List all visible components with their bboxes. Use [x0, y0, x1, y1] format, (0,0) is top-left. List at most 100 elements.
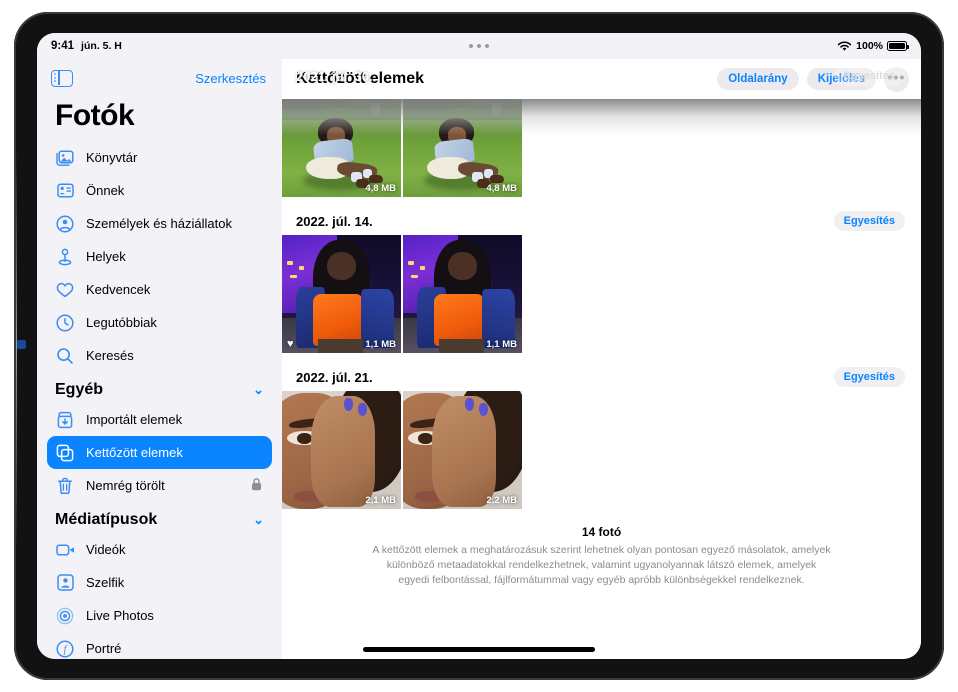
page-title: Fotók — [55, 99, 135, 132]
chevron-down-icon[interactable]: ⌄ — [253, 382, 264, 398]
photo-image — [403, 235, 522, 353]
multitask-dot — [477, 44, 481, 48]
clock-icon — [55, 313, 75, 333]
sidebar-header: Szerkesztés — [37, 59, 282, 97]
sidebar-item-label: Portré — [86, 641, 122, 656]
trash-icon — [55, 476, 75, 496]
aspect-ratio-button[interactable]: Oldalarány — [717, 68, 799, 90]
merge-button[interactable]: Egyesítés — [833, 211, 905, 231]
sidebar-item-search[interactable]: Keresés — [47, 339, 272, 372]
sidebar-item-label: Legutóbbiak — [86, 315, 157, 330]
photo-size-label: 1,1 MB — [365, 339, 396, 350]
section-title: Egyéb — [55, 381, 104, 398]
sidebar-item-label: Könyvtár — [86, 150, 138, 165]
sidebar-item-portrait[interactable]: f Portré — [47, 632, 272, 659]
heart-icon — [55, 280, 75, 300]
live-photos-icon — [55, 606, 75, 626]
sidebar-item-label: Önnek — [86, 183, 125, 198]
sidebar-section-other[interactable]: Egyéb ⌄ — [37, 372, 282, 403]
sidebar-item-recently-deleted[interactable]: Nemrég törölt — [47, 469, 272, 502]
sidebar-item-label: Live Photos — [86, 608, 154, 623]
section-title: Médiatípusok — [55, 511, 158, 528]
sidebar-media-list: Videók Szelfik Live Photos f Portré — [37, 533, 282, 659]
status-bar-left: 9:41 jún. 5. H — [51, 40, 122, 52]
sidebar: Szerkesztés Fotók Könyvtár Önnek Személy… — [37, 59, 282, 659]
sidebar-item-imported[interactable]: Importált elemek — [47, 403, 272, 436]
photo-thumbnail[interactable]: 2,2 MB — [403, 391, 522, 509]
sidebar-item-for-you[interactable]: Önnek — [47, 174, 272, 207]
edit-button[interactable]: Szerkesztés — [195, 71, 266, 86]
merge-button[interactable]: Egyesítés — [833, 367, 905, 387]
sidebar-other-list: Importált elemek Kettőzött elemek Nemrég… — [37, 403, 282, 502]
group-header: 2022. júl. 14. Egyesítés — [282, 207, 921, 235]
sidebar-item-selfies[interactable]: Szelfik — [47, 566, 272, 599]
video-icon — [55, 540, 75, 560]
photo-thumbnail[interactable]: 2,1 MB — [282, 391, 401, 509]
photo-image — [282, 391, 401, 509]
sidebar-item-library[interactable]: Könyvtár — [47, 141, 272, 174]
multitasking-indicator[interactable] — [469, 44, 489, 48]
wifi-icon — [837, 41, 852, 51]
device-bezel-glint — [14, 150, 17, 550]
sidebar-item-label: Helyek — [86, 249, 126, 264]
sidebar-section-media-types[interactable]: Médiatípusok ⌄ — [37, 502, 282, 533]
thumbnail-row: ♥ 1,1 MB 1,1 MB — [282, 235, 921, 353]
photo-thumbnail[interactable]: 1,1 MB — [403, 235, 522, 353]
status-time: 9:41 — [51, 40, 75, 52]
photo-size-label: 4,8 MB — [486, 183, 517, 194]
sidebar-icon-dots — [53, 73, 56, 83]
status-bar-right: 100% — [837, 40, 909, 52]
photo-thumbnail[interactable]: ♥ 1,1 MB — [282, 235, 401, 353]
for-you-icon — [55, 181, 75, 201]
portrait-icon: f — [55, 639, 75, 659]
sidebar-item-label: Importált elemek — [86, 412, 183, 427]
sidebar-icon-divider — [58, 71, 60, 85]
thumbnail-row: 2,1 MB 2,2 MB — [282, 391, 921, 509]
merge-button-scrolled[interactable]: Egyesítés — [833, 66, 905, 86]
photo-grid-scroll[interactable]: 4,8 MB 4,8 MB 2022. júl. 14. Egyesítés ♥… — [282, 79, 921, 659]
places-pin-icon — [55, 247, 75, 267]
duplicates-icon — [55, 443, 75, 463]
sidebar-item-people-pets[interactable]: Személyek és háziállatok — [47, 207, 272, 240]
status-date: jún. 5. H — [81, 40, 122, 52]
lock-icon — [251, 477, 262, 494]
sidebar-item-favorites[interactable]: Kedvencek — [47, 273, 272, 306]
battery-icon — [887, 41, 909, 51]
group-date: 2022. júl. 14. — [296, 213, 373, 229]
photo-image — [403, 391, 522, 509]
status-bar: 9:41 jún. 5. H 100% — [37, 33, 921, 59]
chevron-down-icon[interactable]: ⌄ — [253, 512, 264, 528]
sidebar-item-label: Kedvencek — [86, 282, 151, 297]
photo-image — [282, 235, 401, 353]
group-header: 2022. júl. 21. Egyesítés — [282, 363, 921, 391]
photo-group: 2022. júl. 14. Egyesítés ♥ 1,1 MB 1,1 MB — [282, 207, 921, 353]
favorite-heart-icon: ♥ — [287, 338, 294, 350]
main-toolbar: Kettőzött elemek Oldalarány Kijelölés ••… — [282, 59, 921, 99]
selfie-icon — [55, 573, 75, 593]
sidebar-item-label: Személyek és háziállatok — [86, 216, 232, 231]
photo-count: 14 fotó — [581, 525, 622, 539]
sidebar-item-videos[interactable]: Videók — [47, 533, 272, 566]
battery-percent: 100% — [856, 40, 883, 52]
photo-size-label: 2,1 MB — [365, 495, 396, 506]
home-indicator[interactable] — [363, 647, 595, 652]
photo-group: 2022. júl. 21. Egyesítés 2,1 MB 2,2 MB — [282, 363, 921, 509]
ipad-screen: 9:41 jún. 5. H 100% Szerkesztés Fotók Kö… — [37, 33, 921, 659]
battery-fill — [889, 43, 905, 49]
library-icon — [55, 148, 75, 168]
sidebar-item-recents[interactable]: Legutóbbiak — [47, 306, 272, 339]
sidebar-item-places[interactable]: Helyek — [47, 240, 272, 273]
sidebar-item-label: Nemrég törölt — [86, 478, 165, 493]
sidebar-item-label: Keresés — [86, 348, 134, 363]
sidebar-primary-list: Könyvtár Önnek Személyek és háziállatok … — [37, 141, 282, 372]
sidebar-toggle-icon[interactable] — [51, 69, 73, 87]
multitask-dot — [485, 44, 489, 48]
multitask-dot — [469, 44, 473, 48]
sidebar-item-label: Videók — [86, 542, 126, 557]
group-date-overlay: 2021. júl. 30. — [296, 69, 373, 84]
people-pets-icon — [55, 214, 75, 234]
group-date: 2022. júl. 21. — [296, 369, 373, 385]
sidebar-item-live-photos[interactable]: Live Photos — [47, 599, 272, 632]
bezel-artifact-icon — [17, 340, 26, 349]
sidebar-item-duplicates[interactable]: Kettőzött elemek — [47, 436, 272, 469]
